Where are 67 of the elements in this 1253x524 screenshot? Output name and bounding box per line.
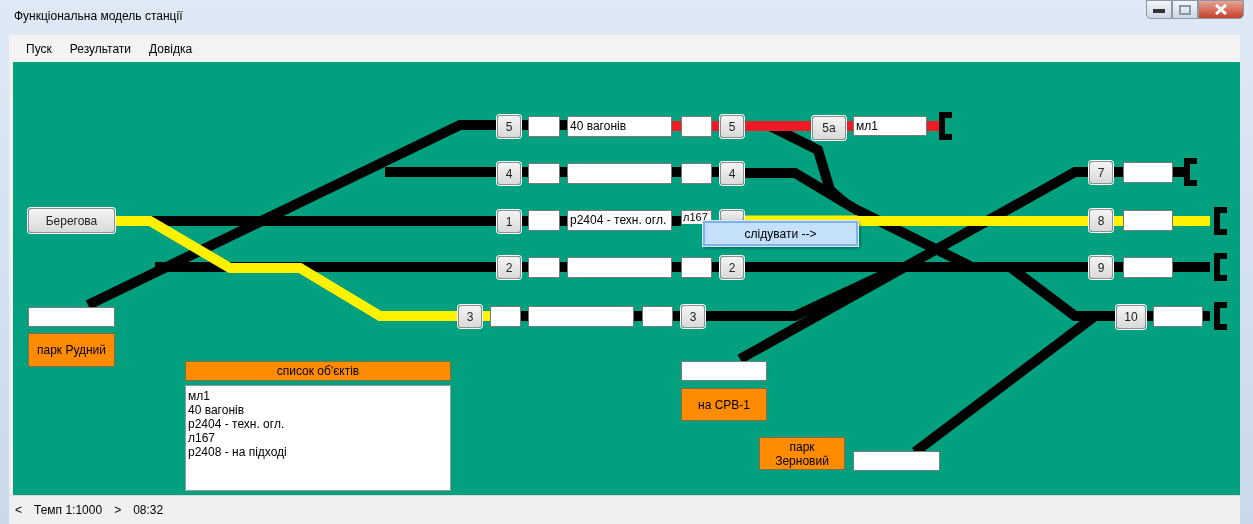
time-label: 08:32: [133, 502, 164, 519]
tempo-label: Темп 1:1000: [34, 502, 103, 519]
track-button[interactable]: [720, 210, 744, 221]
track-button[interactable]: 3: [681, 305, 705, 328]
track-button[interactable]: 5: [720, 115, 744, 138]
buffer-stop-icon: [1214, 207, 1227, 235]
track-button[interactable]: 1: [497, 210, 521, 233]
list-item[interactable]: р2404 - техн. огл.: [188, 417, 448, 431]
slower-button[interactable]: <: [15, 501, 22, 519]
list-item[interactable]: 40 вагонів: [188, 403, 448, 417]
text-field[interactable]: [681, 116, 712, 137]
track-button[interactable]: 4: [720, 162, 744, 185]
close-icon: [1214, 4, 1228, 15]
text-field[interactable]: [642, 306, 673, 327]
text-field[interactable]: [528, 210, 560, 231]
text-field[interactable]: [853, 451, 940, 471]
track-button[interactable]: 3: [458, 305, 482, 328]
close-button[interactable]: [1198, 0, 1244, 19]
text-field[interactable]: р2404 - техн. огл.: [567, 210, 672, 231]
list-header: список об'єктів: [185, 361, 451, 381]
maximize-icon: [1179, 4, 1191, 15]
context-menu[interactable]: слідувати -->: [703, 221, 858, 246]
list-item[interactable]: мл1: [188, 389, 448, 403]
track-button[interactable]: 4: [497, 162, 521, 185]
menu-item[interactable]: Пуск: [17, 37, 61, 60]
text-field[interactable]: мл1: [853, 116, 927, 136]
menu-item[interactable]: Результати: [60, 37, 141, 60]
text-field[interactable]: [1123, 257, 1173, 278]
park-label: парк Зерновий: [759, 437, 845, 470]
text-field[interactable]: л167: [681, 210, 712, 224]
text-field[interactable]: [567, 257, 672, 278]
station-button[interactable]: Берегова: [28, 208, 115, 233]
text-field[interactable]: [681, 257, 712, 278]
track-button[interactable]: 9: [1089, 256, 1113, 279]
track-button[interactable]: 8: [1089, 209, 1113, 232]
park-label: парк Рудний: [28, 333, 115, 367]
text-field[interactable]: [528, 116, 560, 137]
text-field[interactable]: [28, 307, 115, 327]
buffer-stop-icon: [1214, 302, 1227, 330]
text-field[interactable]: [1123, 210, 1173, 231]
track-button[interactable]: 2: [497, 256, 521, 279]
park-label: на СРВ-1: [681, 388, 767, 421]
buffer-stop-icon: [1184, 158, 1197, 186]
list-item[interactable]: р2408 - на підході: [188, 445, 448, 459]
track-button[interactable]: 2: [720, 256, 744, 279]
text-field[interactable]: [1153, 306, 1203, 327]
text-field[interactable]: [681, 163, 712, 184]
minimize-icon: [1153, 6, 1165, 13]
text-field[interactable]: [528, 163, 560, 184]
text-field[interactable]: [528, 257, 560, 278]
track-button[interactable]: 5: [497, 115, 521, 138]
text-field[interactable]: [567, 163, 672, 184]
window-title: Функціональна модель станції: [14, 7, 183, 25]
track-button[interactable]: 5а: [812, 116, 846, 140]
buffer-stop-icon: [1214, 253, 1227, 281]
text-field[interactable]: [681, 361, 767, 381]
text-field[interactable]: [490, 306, 521, 327]
minimize-button[interactable]: [1146, 0, 1172, 19]
menu-item[interactable]: Довідка: [140, 37, 202, 60]
track-button[interactable]: 7: [1089, 161, 1113, 184]
faster-button[interactable]: >: [114, 501, 122, 519]
text-field[interactable]: 40 вагонів: [567, 116, 672, 137]
buffer-stop-icon: [939, 112, 952, 140]
track-button[interactable]: 10: [1116, 305, 1146, 329]
text-field[interactable]: [1123, 162, 1173, 183]
text-field[interactable]: [528, 306, 634, 327]
list-item[interactable]: л167: [188, 431, 448, 445]
